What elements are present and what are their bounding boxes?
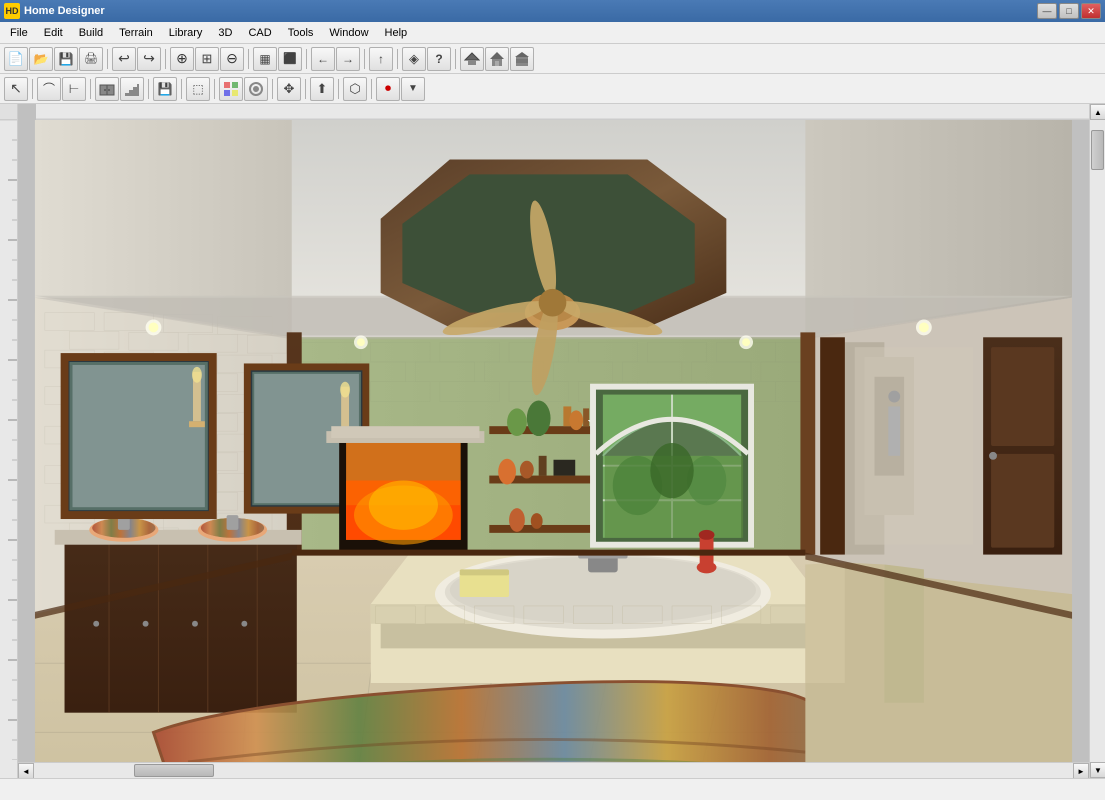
save-button[interactable]: 💾: [54, 47, 78, 71]
left-ruler: [0, 104, 18, 778]
garage-button[interactable]: [510, 47, 534, 71]
toolbar-1: 📄 📂 💾 🖨 ↩ ↪ ⊕ ⊞ ⊖ ▦ ⬛ ← → ↑ ◈ ?: [0, 44, 1105, 74]
material-icon: [223, 81, 239, 97]
tb2-sep-8: [338, 79, 339, 99]
hscroll-thumb[interactable]: [134, 764, 214, 777]
place-obj-button[interactable]: ◈: [402, 47, 426, 71]
tb2-sep-9: [371, 79, 372, 99]
menu-file[interactable]: File: [2, 22, 36, 43]
room-scene-svg: [18, 120, 1089, 762]
move-tool-button[interactable]: ✥: [277, 77, 301, 101]
tb2-sep-2: [90, 79, 91, 99]
toolbar-separator-3: [248, 49, 249, 69]
new-button[interactable]: 📄: [4, 47, 28, 71]
canvas-wrapper[interactable]: ◄ ►: [18, 104, 1089, 778]
menu-edit[interactable]: Edit: [36, 22, 71, 43]
record-button[interactable]: ⏺: [376, 77, 400, 101]
stairs-button[interactable]: [120, 77, 144, 101]
roof-button[interactable]: [460, 47, 484, 71]
toolbar-separator-7: [455, 49, 456, 69]
stairs-icon: [124, 81, 140, 97]
left-ruler-ticks: [0, 120, 18, 760]
toolbar-separator-5: [364, 49, 365, 69]
menu-help[interactable]: Help: [377, 22, 416, 43]
scroll-right-button[interactable]: ►: [1073, 763, 1089, 778]
tb2-sep-7: [305, 79, 306, 99]
status-bar: [0, 778, 1105, 800]
menu-library[interactable]: Library: [161, 22, 211, 43]
toolbar-2: ↖ ⌒ ⊢ 💾 ⬚: [0, 74, 1105, 104]
nav-right-button[interactable]: →: [336, 47, 360, 71]
nav-left-button[interactable]: ←: [311, 47, 335, 71]
tb2-sep-3: [148, 79, 149, 99]
tb2-sep-5: [214, 79, 215, 99]
garage-icon: [514, 51, 530, 67]
material-tool-button[interactable]: [219, 77, 243, 101]
hscroll-track: [34, 763, 1073, 778]
tb2-sep-4: [181, 79, 182, 99]
zoom-out-button[interactable]: ⊖: [220, 47, 244, 71]
wall-select-button[interactable]: ⬛: [278, 47, 302, 71]
menu-cad[interactable]: CAD: [240, 22, 279, 43]
transform-button[interactable]: ⬡: [343, 77, 367, 101]
up-button[interactable]: ↑: [369, 47, 393, 71]
room-tool-button[interactable]: ⬚: [186, 77, 210, 101]
scroll-up-button[interactable]: ▲: [1090, 104, 1105, 120]
vscroll-track: [1090, 120, 1105, 762]
toolbar-separator-2: [165, 49, 166, 69]
texture-icon: [248, 81, 264, 97]
close-button[interactable]: ✕: [1081, 3, 1101, 19]
main-area: ◄ ► ▲ ▼: [0, 104, 1105, 778]
cabinet-icon: [99, 81, 115, 97]
tb2-sep-1: [32, 79, 33, 99]
select-tool-button[interactable]: ↖: [4, 77, 28, 101]
vertical-scrollbar: ▲ ▼: [1089, 104, 1105, 778]
tb2-sep-6: [272, 79, 273, 99]
toolbar-separator-4: [306, 49, 307, 69]
line-tool-button[interactable]: ⊢: [62, 77, 86, 101]
menu-bar: File Edit Build Terrain Library 3D CAD T…: [0, 22, 1105, 44]
menu-3d[interactable]: 3D: [210, 22, 240, 43]
cabinet-button[interactable]: [95, 77, 119, 101]
app-icon: HD: [4, 3, 20, 19]
print-button[interactable]: 🖨: [79, 47, 103, 71]
save2-button[interactable]: 💾: [153, 77, 177, 101]
redo-button[interactable]: ↪: [137, 47, 161, 71]
house-button[interactable]: [485, 47, 509, 71]
top-ruler-svg: [36, 104, 1089, 120]
menu-window[interactable]: Window: [321, 22, 376, 43]
horizontal-scrollbar: ◄ ►: [18, 762, 1089, 778]
3d-view-canvas[interactable]: [18, 120, 1089, 762]
vscroll-thumb[interactable]: [1091, 130, 1104, 170]
scroll-left-button[interactable]: ◄: [18, 763, 34, 778]
title-bar: HD Home Designer — □ ✕: [0, 0, 1105, 22]
toolbar-separator-1: [107, 49, 108, 69]
window-controls: — □ ✕: [1037, 3, 1101, 19]
record-more-button[interactable]: ▼: [401, 77, 425, 101]
house-icon: [489, 51, 505, 67]
roof-icon: [464, 51, 480, 67]
menu-build[interactable]: Build: [71, 22, 111, 43]
menu-tools[interactable]: Tools: [280, 22, 322, 43]
open-button[interactable]: 📂: [29, 47, 53, 71]
zoom-fit-button[interactable]: ⊞: [195, 47, 219, 71]
window-title: Home Designer: [24, 5, 1037, 17]
maximize-button[interactable]: □: [1059, 3, 1079, 19]
menu-terrain[interactable]: Terrain: [111, 22, 161, 43]
texture-button[interactable]: [244, 77, 268, 101]
undo-button[interactable]: ↩: [112, 47, 136, 71]
up-tool-button[interactable]: ⬆: [310, 77, 334, 101]
help-button[interactable]: ?: [427, 47, 451, 71]
scroll-down-button[interactable]: ▼: [1090, 762, 1105, 778]
toolbar-separator-6: [397, 49, 398, 69]
arc-tool-button[interactable]: ⌒: [37, 77, 61, 101]
minimize-button[interactable]: —: [1037, 3, 1057, 19]
zoom-in-button[interactable]: ⊕: [170, 47, 194, 71]
select-region-button[interactable]: ▦: [253, 47, 277, 71]
top-ruler: [36, 104, 1089, 120]
